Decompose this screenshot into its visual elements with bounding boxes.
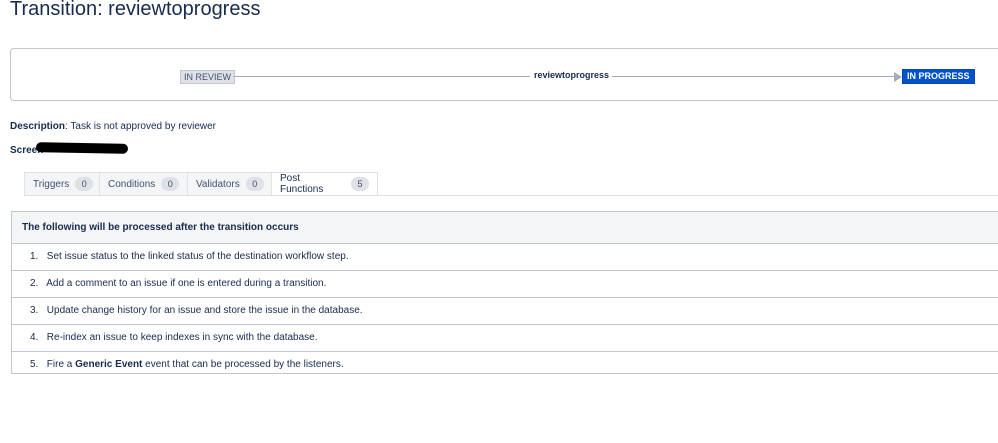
item-text-post: event that can be processed by the liste…	[142, 359, 344, 370]
tab-label: Triggers	[33, 178, 70, 190]
item-number: 4.	[30, 332, 39, 343]
list-item: 2. Add a comment to an issue if one is e…	[12, 271, 998, 298]
to-status-lozenge[interactable]: IN PROGRESS	[902, 69, 975, 84]
description-value: : Task is not approved by reviewer	[65, 121, 217, 132]
item-number: 2.	[30, 278, 39, 289]
tab-post-functions[interactable]: Post Functions 5	[271, 172, 378, 196]
redaction-mark	[35, 142, 129, 154]
tab-label: Conditions	[108, 178, 156, 190]
tabs-divider	[24, 195, 998, 196]
transition-name-label[interactable]: reviewtoprogress	[534, 70, 609, 80]
event-name: Generic Event	[75, 359, 143, 370]
post-functions-header: The following will be processed after th…	[12, 212, 998, 244]
workflow-diagram: IN REVIEW reviewtoprogress IN PROGRESS	[10, 48, 998, 101]
tab-count-badge: 0	[75, 177, 94, 191]
tab-conditions[interactable]: Conditions 0	[99, 172, 187, 196]
item-text: Set issue status to the linked status of…	[46, 251, 349, 262]
tab-validators[interactable]: Validators 0	[187, 172, 271, 196]
tab-count-badge: 5	[351, 177, 369, 191]
transition-line-left	[233, 76, 530, 77]
list-item: 5. Fire a Generic Event event that can b…	[12, 352, 998, 378]
description-row: Description: Task is not approved by rev…	[10, 121, 216, 132]
list-item: 3. Update change history for an issue an…	[12, 298, 998, 325]
tab-count-badge: 0	[161, 177, 180, 191]
item-text: Re-index an issue to keep indexes in syn…	[46, 332, 318, 343]
item-number: 5.	[30, 359, 39, 370]
arrow-right-icon	[894, 72, 902, 82]
from-status-lozenge[interactable]: IN REVIEW	[180, 70, 236, 84]
description-label: Description	[10, 121, 66, 132]
item-text: Add a comment to an issue if one is ente…	[46, 278, 327, 289]
transition-line-right	[612, 76, 895, 77]
page-title: Transition: reviewtoprogress	[10, 0, 261, 20]
list-item: 4. Re-index an issue to keep indexes in …	[12, 325, 998, 352]
tab-triggers[interactable]: Triggers 0	[24, 172, 99, 196]
list-item: 1. Set issue status to the linked status…	[12, 244, 998, 271]
tab-label: Post Functions	[280, 173, 324, 195]
item-text-pre: Fire a	[46, 359, 76, 370]
item-number: 3.	[30, 305, 39, 316]
item-number: 1.	[30, 251, 39, 262]
post-functions-panel: The following will be processed after th…	[11, 211, 998, 374]
transition-tabs: Triggers 0 Conditions 0 Validators 0 Pos…	[24, 172, 378, 196]
tab-count-badge: 0	[245, 177, 264, 191]
item-text: Update change history for an issue and s…	[46, 305, 363, 316]
tab-label: Validators	[196, 178, 240, 190]
